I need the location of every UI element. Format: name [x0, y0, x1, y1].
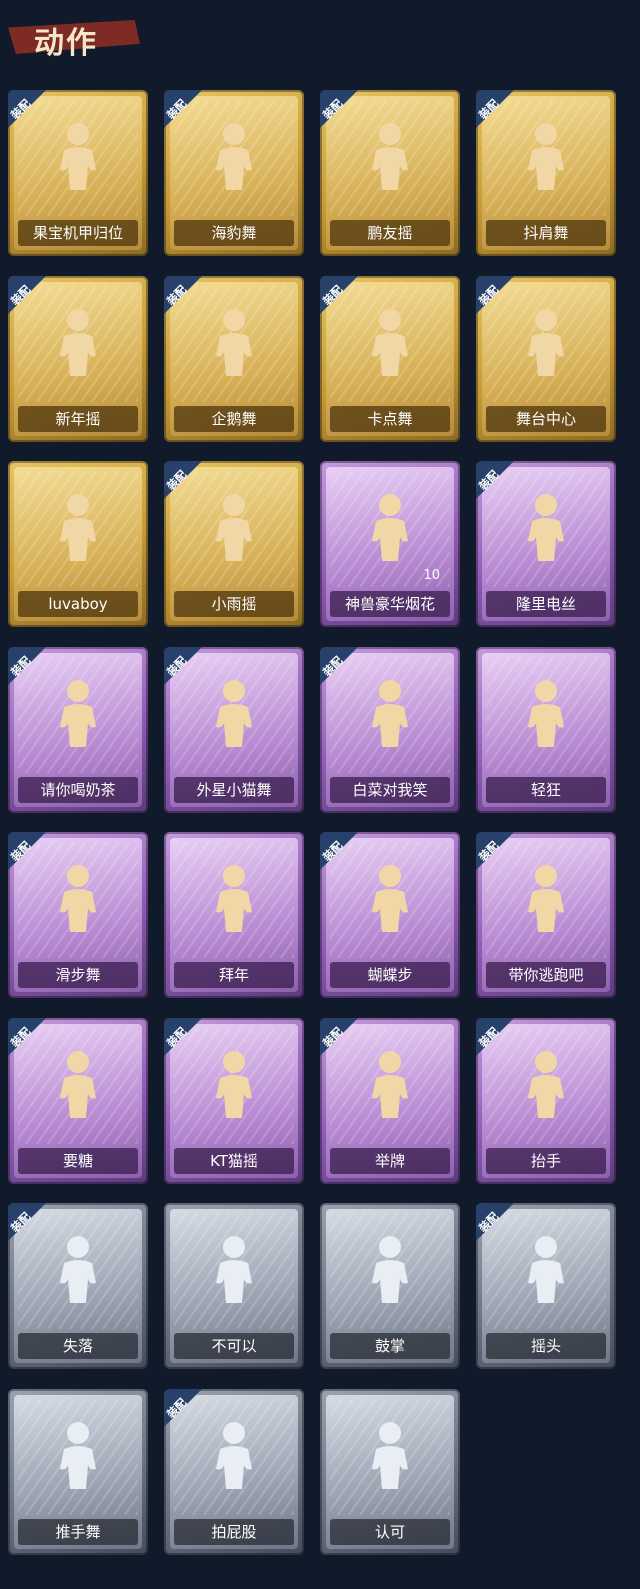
emote-card[interactable]: 不可以	[164, 1203, 304, 1369]
shake-head-icon	[518, 1233, 574, 1309]
dance-pose-icon	[50, 491, 106, 567]
emote-name: 滑步舞	[18, 962, 138, 988]
emote-card[interactable]: 装配 隆里电丝	[476, 461, 616, 627]
emote-name: 举牌	[330, 1148, 450, 1174]
section-header: 动作	[8, 12, 140, 61]
emote-name: 拍屁股	[174, 1519, 294, 1545]
dance-pose-icon	[206, 677, 262, 753]
emote-card[interactable]: 装配 新年摇	[8, 276, 148, 442]
character-portrait-icon	[518, 677, 574, 753]
emote-name: 带你逃跑吧	[486, 962, 606, 988]
raise-hand-pose-icon	[518, 1048, 574, 1124]
emote-card[interactable]: 装配 小雨摇	[164, 461, 304, 627]
dance-pose-icon	[50, 862, 106, 938]
emote-card[interactable]: 拜年	[164, 832, 304, 998]
dance-pose-icon	[206, 120, 262, 196]
emote-name: 失落	[18, 1333, 138, 1359]
dance-pose-icon	[206, 306, 262, 382]
reach-pose-icon	[50, 1048, 106, 1124]
emote-card[interactable]: 鼓掌	[320, 1203, 460, 1369]
emote-card[interactable]: 装配 带你逃跑吧	[476, 832, 616, 998]
emote-name: 蝴蝶步	[330, 962, 450, 988]
emote-name: 不可以	[174, 1333, 294, 1359]
milk-tea-pose-icon	[50, 677, 106, 753]
emote-name: 抖肩舞	[486, 220, 606, 246]
emote-card[interactable]: 装配 果宝机甲归位	[8, 90, 148, 256]
emote-card[interactable]: 装配 失落	[8, 1203, 148, 1369]
bow-pose-icon	[206, 862, 262, 938]
emote-card[interactable]: 装配 举牌	[320, 1018, 460, 1184]
emote-card[interactable]: 装配 蝴蝶步	[320, 832, 460, 998]
emote-name: 舞台中心	[486, 406, 606, 432]
emote-card[interactable]: luvaboy	[8, 461, 148, 627]
emote-card[interactable]: 装配 拍屁股	[164, 1389, 304, 1555]
emote-name: 要糖	[18, 1148, 138, 1174]
dance-pose-icon	[518, 491, 574, 567]
emote-card[interactable]: 装配 鹏友摇	[320, 90, 460, 256]
dance-pose-icon	[362, 677, 418, 753]
clap-icon	[362, 1233, 418, 1309]
dance-pose-icon	[50, 120, 106, 196]
dance-pose-icon	[206, 491, 262, 567]
emote-name: 外星小猫舞	[174, 777, 294, 803]
dance-pose-icon	[518, 120, 574, 196]
push-dance-icon	[50, 1419, 106, 1495]
emote-card[interactable]: 装配 海豹舞	[164, 90, 304, 256]
emote-name: KT猫摇	[174, 1148, 294, 1174]
item-count: 10	[423, 568, 440, 583]
dance-pose-icon	[362, 120, 418, 196]
crawl-pose-icon	[50, 1233, 106, 1309]
emote-name: 拜年	[174, 962, 294, 988]
emote-name: 海豹舞	[174, 220, 294, 246]
emote-card[interactable]: 装配 白菜对我笑	[320, 647, 460, 813]
emote-card[interactable]: 装配 滑步舞	[8, 832, 148, 998]
emote-card[interactable]: 装配 抬手	[476, 1018, 616, 1184]
fireworks-icon	[362, 491, 418, 567]
emote-card[interactable]: 推手舞	[8, 1389, 148, 1555]
dance-pose-icon	[518, 306, 574, 382]
emote-name: 抬手	[486, 1148, 606, 1174]
emote-name: 轻狂	[486, 777, 606, 803]
dance-pose-icon	[362, 306, 418, 382]
sign-pose-icon	[362, 1048, 418, 1124]
emote-name: 认可	[330, 1519, 450, 1545]
slap-pose-icon	[206, 1419, 262, 1495]
emote-card[interactable]: 装配 外星小猫舞	[164, 647, 304, 813]
emote-name: 企鹅舞	[174, 406, 294, 432]
emote-name: 鹏友摇	[330, 220, 450, 246]
dance-pose-icon	[50, 306, 106, 382]
emote-name: luvaboy	[18, 591, 138, 617]
emote-name: 小雨摇	[174, 591, 294, 617]
emote-name: 鼓掌	[330, 1333, 450, 1359]
thumbs-up-icon	[362, 1419, 418, 1495]
emote-card[interactable]: 装配 舞台中心	[476, 276, 616, 442]
emote-card[interactable]: 装配 KT猫摇	[164, 1018, 304, 1184]
emote-card[interactable]: 装配 抖肩舞	[476, 90, 616, 256]
dance-pose-icon	[206, 1048, 262, 1124]
emote-card[interactable]: 装配 摇头	[476, 1203, 616, 1369]
emote-card[interactable]: 10 神兽豪华烟花	[320, 461, 460, 627]
finger-wag-icon	[206, 1233, 262, 1309]
emote-name: 神兽豪华烟花	[330, 591, 450, 617]
dance-pose-icon	[362, 862, 418, 938]
emote-name: 摇头	[486, 1333, 606, 1359]
section-title: 动作	[34, 26, 98, 61]
emote-card[interactable]: 装配 请你喝奶茶	[8, 647, 148, 813]
emote-name: 推手舞	[18, 1519, 138, 1545]
emote-card[interactable]: 装配 要糖	[8, 1018, 148, 1184]
dance-pose-icon	[518, 862, 574, 938]
emote-name: 卡点舞	[330, 406, 450, 432]
emote-name: 隆里电丝	[486, 591, 606, 617]
emote-card[interactable]: 轻狂	[476, 647, 616, 813]
emote-name: 果宝机甲归位	[18, 220, 138, 246]
emote-name: 白菜对我笑	[330, 777, 450, 803]
emote-card[interactable]: 装配 企鹅舞	[164, 276, 304, 442]
emote-card[interactable]: 认可	[320, 1389, 460, 1555]
emote-name: 请你喝奶茶	[18, 777, 138, 803]
emote-card[interactable]: 装配 卡点舞	[320, 276, 460, 442]
emote-name: 新年摇	[18, 406, 138, 432]
